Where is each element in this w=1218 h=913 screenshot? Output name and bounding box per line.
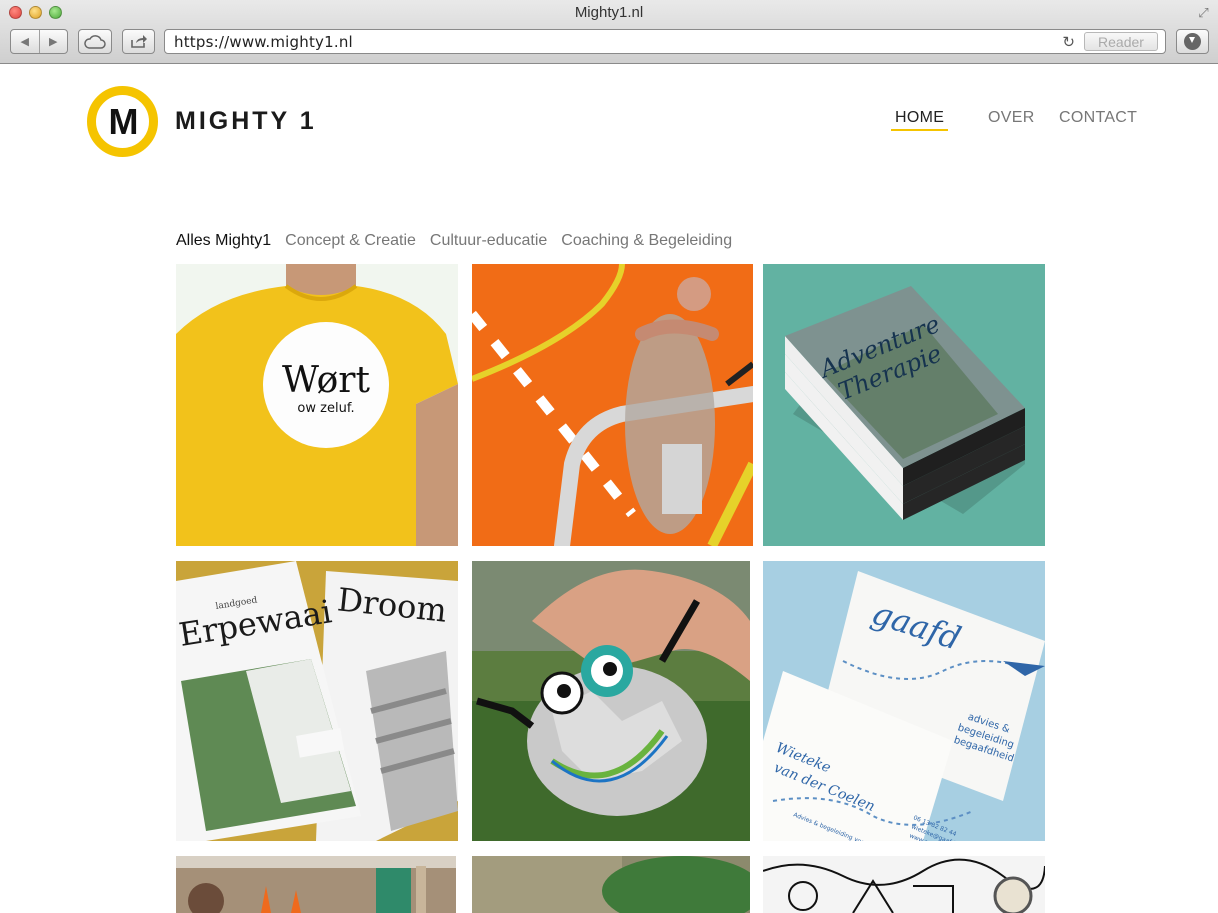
playground-image bbox=[176, 856, 456, 913]
portfolio-tile-playground[interactable] bbox=[176, 856, 456, 913]
nav-over[interactable]: OVER bbox=[988, 109, 1035, 127]
portfolio-tile-nature[interactable] bbox=[472, 856, 750, 913]
drawing-image bbox=[763, 856, 1045, 913]
logo-wordmark: MIGHTY 1 bbox=[175, 107, 317, 135]
portfolio-filters: Alles Mighty1 Concept & Creatie Cultuur-… bbox=[176, 232, 732, 250]
portfolio-tile-treadmill[interactable] bbox=[472, 264, 753, 546]
treadmill-image bbox=[472, 264, 753, 546]
logo-mark: M bbox=[87, 86, 158, 157]
portfolio-tile-tshirt[interactable]: Wørt ow zeluf. bbox=[176, 264, 458, 546]
filter-cultuur[interactable]: Cultuur-educatie bbox=[430, 232, 547, 250]
window-title: Mighty1.nl bbox=[574, 4, 644, 21]
url-text[interactable]: https://www.mighty1.nl bbox=[174, 33, 353, 51]
nav-home[interactable]: HOME bbox=[890, 109, 949, 131]
address-bar[interactable]: https://www.mighty1.nl ↻ Reader bbox=[164, 29, 1166, 54]
filter-coaching[interactable]: Coaching & Begeleiding bbox=[561, 232, 732, 250]
downloads-button[interactable] bbox=[1176, 29, 1209, 54]
filter-concept[interactable]: Concept & Creatie bbox=[285, 232, 416, 250]
tshirt-brand: Wørt bbox=[282, 360, 370, 401]
portfolio-tile-paper-monster[interactable] bbox=[472, 561, 750, 841]
back-arrow-icon: ◀ bbox=[20, 36, 29, 48]
portfolio-tile-business-cards[interactable]: gaafd advies & begeleiding begaafdheid W… bbox=[763, 561, 1045, 841]
portfolio-tile-magazine[interactable]: Droom landgoed Erpewaai bbox=[176, 561, 458, 841]
site-logo[interactable]: M MIGHTY 1 bbox=[87, 86, 317, 157]
icloud-tabs-button[interactable] bbox=[78, 29, 112, 54]
fullscreen-icon[interactable]: ⤢ bbox=[1196, 5, 1211, 20]
reload-icon[interactable]: ↻ bbox=[1062, 33, 1075, 51]
download-icon bbox=[1184, 33, 1201, 50]
back-button[interactable]: ◀ bbox=[11, 30, 40, 53]
magazine-image: Droom landgoed Erpewaai bbox=[176, 561, 458, 841]
web-page: M MIGHTY 1 HOME OVER CONTACT Alles Might… bbox=[0, 65, 1218, 913]
share-button[interactable] bbox=[122, 29, 155, 54]
portfolio-tile-drawing[interactable] bbox=[763, 856, 1045, 913]
share-icon bbox=[130, 35, 147, 48]
forward-arrow-icon: ▶ bbox=[49, 36, 58, 48]
logo-letter: M bbox=[108, 100, 139, 142]
forward-button[interactable]: ▶ bbox=[40, 30, 68, 53]
history-buttons: ◀ ▶ bbox=[10, 29, 68, 54]
tshirt-image: Wørt ow zeluf. bbox=[176, 264, 458, 546]
filter-all[interactable]: Alles Mighty1 bbox=[176, 232, 271, 250]
book-image: Adventure Therapie bbox=[763, 264, 1045, 546]
browser-toolbar: Mighty1.nl ⤢ ◀ ▶ https://www.mighty1.nl … bbox=[0, 0, 1218, 64]
reader-button[interactable]: Reader bbox=[1084, 32, 1158, 51]
portfolio-tile-book[interactable]: Adventure Therapie bbox=[763, 264, 1045, 546]
business-cards-image: gaafd advies & begeleiding begaafdheid W… bbox=[763, 561, 1045, 841]
nav-contact[interactable]: CONTACT bbox=[1059, 109, 1137, 127]
nature-image bbox=[472, 856, 750, 913]
cloud-icon bbox=[84, 34, 106, 49]
tshirt-tagline: ow zeluf. bbox=[297, 401, 354, 416]
paper-monster-image bbox=[472, 561, 750, 841]
